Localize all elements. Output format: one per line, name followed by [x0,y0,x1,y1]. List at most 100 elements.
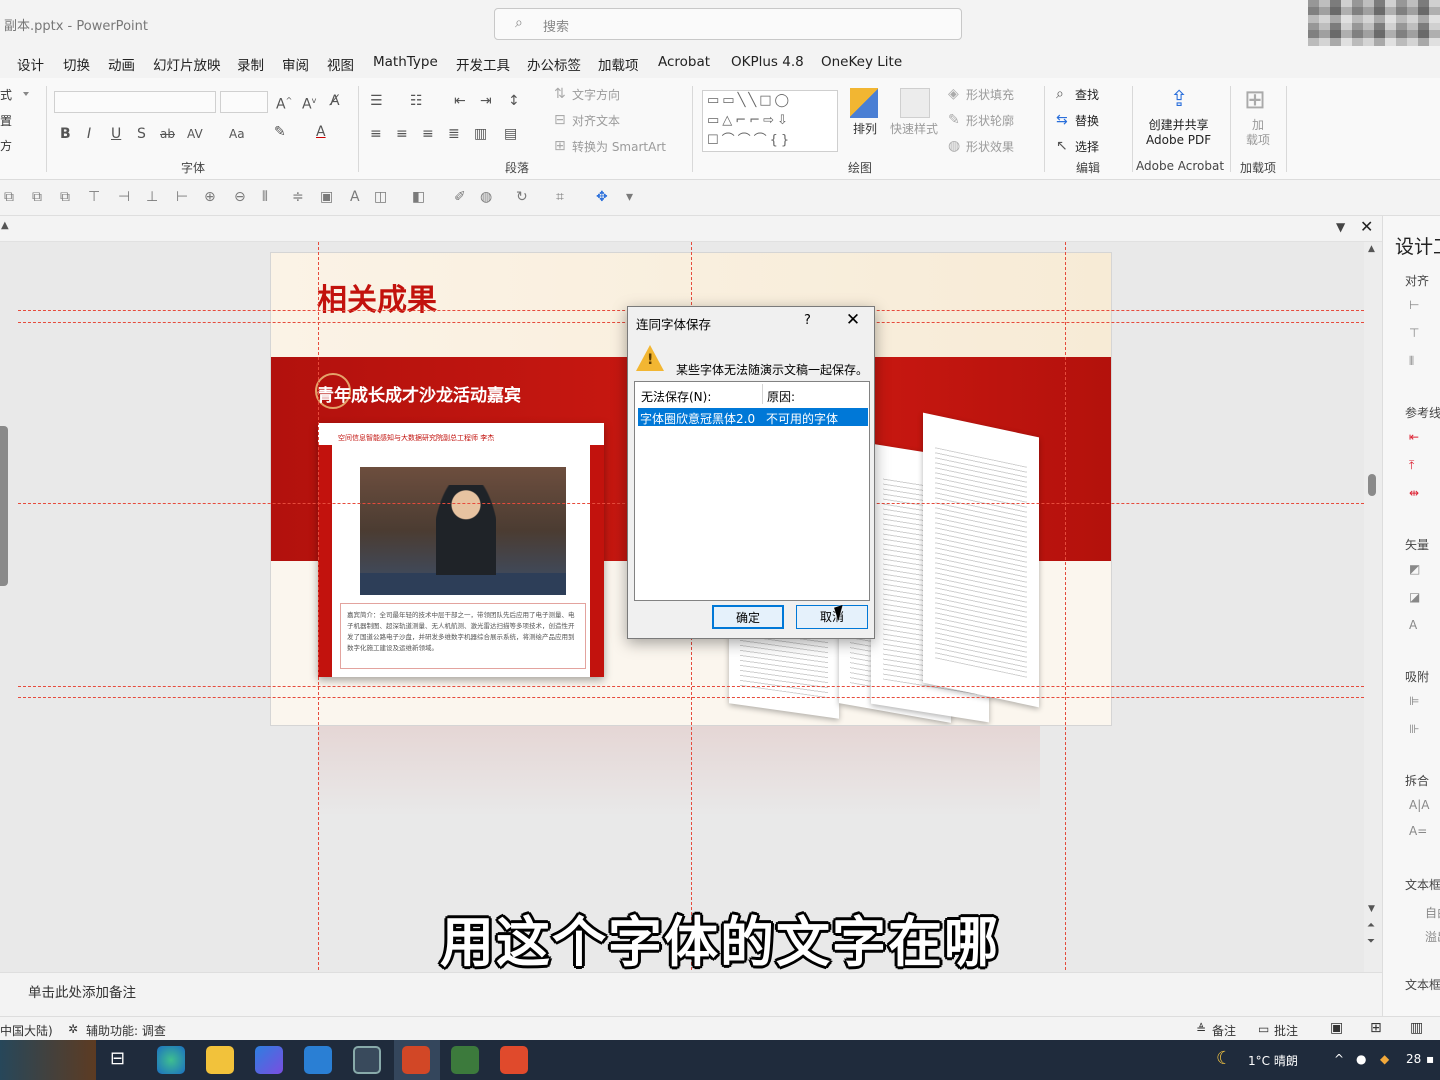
create-share-pdf-button[interactable]: 创建并共享 Adobe PDF [1146,118,1211,148]
clear-format-icon[interactable]: A̸ [330,93,340,109]
next-slide-icon[interactable]: ⏷ [1367,936,1375,947]
tab-transitions[interactable]: 切换 [63,54,90,74]
bullets-icon[interactable]: ☰ [370,93,383,109]
file-explorer-icon[interactable] [206,1046,234,1074]
crop-icon[interactable]: ⌗ [556,189,564,205]
language-status[interactable]: 中国大陆) [0,1022,53,1039]
reading-view-icon[interactable]: ▥ [1410,1020,1423,1036]
align-middle-icon[interactable]: ⊕ [204,189,216,205]
start-widget[interactable] [0,1040,96,1080]
comments-toggle[interactable]: 批注 [1274,1022,1298,1039]
scroll-down-icon[interactable]: ▼ [1368,904,1375,914]
align-left-icon[interactable]: ⊢ [176,189,188,205]
text-direction-button[interactable]: 文字方向 [572,86,620,103]
account-avatar[interactable] [1308,0,1440,46]
move-icon[interactable]: ✥ [596,189,608,205]
tab-slideshow[interactable]: 幻灯片放映 [153,54,221,74]
numbering-icon[interactable]: ☷ [410,93,423,109]
column-divider[interactable] [762,384,763,404]
fonts-list[interactable]: 无法保存(N): 原因: 字体圈欣意冠黑体2.0 不可用的字体 [634,381,870,601]
section-title[interactable]: 青年成长成才沙龙活动嘉宾 [317,381,521,406]
columns-icon[interactable]: ▤ [504,126,517,142]
ok-button[interactable]: 确定 [712,605,784,629]
align-bottom-icon[interactable]: ⊥ [146,189,158,205]
align-icon[interactable]: ⊢ [1409,298,1419,312]
guest-card[interactable]: 空间信息智能感知与大数据研究院副总工程师 李杰 嘉宾简介：全司最年轻的技术中层干… [318,423,604,677]
tab-acrobat[interactable]: Acrobat [658,54,710,70]
ribbon-left-item[interactable]: 方 [0,137,12,154]
microphone-icon[interactable]: ● [1356,1052,1366,1066]
align-center-icon[interactable]: ⊖ [234,189,246,205]
vertical-scrollbar-thumb[interactable] [1368,474,1376,496]
find-button[interactable]: 查找 [1075,86,1099,103]
pane-option[interactable]: 自由 [1425,904,1440,921]
select-button[interactable]: 选择 [1075,138,1099,155]
shape-outline-button[interactable]: 形状轮廓 [966,112,1014,129]
pane-dropdown-icon[interactable]: ▼ [1336,220,1345,234]
pane-close-icon[interactable]: ✕ [1360,217,1373,236]
shapes-gallery[interactable]: ▭▭╲╲□◯ ▭△⌐⌐⇨⇩ ☐⌒⌒⌒{} [702,90,838,152]
accessibility-status[interactable]: 辅助功能: 调查 [86,1022,166,1039]
notes-pane[interactable] [0,972,1382,1016]
align-right-icon[interactable]: ≡ [422,126,434,142]
normal-view-icon[interactable]: ▣ [1330,1020,1343,1036]
align-icon[interactable]: ⫴ [1409,354,1414,369]
app-icon[interactable] [353,1046,381,1074]
guide-line[interactable] [318,242,319,970]
decrease-font-icon[interactable]: Av [302,93,316,113]
align-left-icon[interactable]: ≡ [370,126,382,142]
split-icon[interactable]: A|A [1409,798,1429,812]
prev-slide-icon[interactable]: ⏶ [1367,920,1375,931]
snap-icon[interactable]: ⊪ [1409,722,1419,736]
guide-icon[interactable]: ⤒ [1409,458,1414,473]
tray-chevron-icon[interactable]: ^ [1334,1052,1344,1066]
clover-app-icon[interactable] [451,1046,479,1074]
font-color-icon[interactable]: A [316,124,326,140]
fill-icon[interactable]: ◍ [480,189,492,205]
vector-icon[interactable]: A [1409,618,1417,632]
distribute-v-icon[interactable]: ≑ [292,189,304,205]
vertical-scrollbar[interactable]: ▲ ▼ ⏶ ⏷ [1364,242,1382,972]
increase-font-icon[interactable]: A^ [276,93,292,113]
scroll-up-icon[interactable]: ▲ [1368,244,1375,254]
shape-fill-button[interactable]: 形状填充 [966,86,1014,103]
app-c-icon[interactable] [500,1046,528,1074]
rotate-icon[interactable]: ↻ [516,189,528,205]
tab-okplus[interactable]: OKPlus 4.8 [731,54,804,70]
clock[interactable]: 28 [1406,1052,1421,1066]
highlight-icon[interactable]: ✎ [274,124,286,140]
notes-toggle[interactable]: 备注 [1212,1022,1236,1039]
tab-record[interactable]: 录制 [237,54,264,74]
font-size-combo[interactable] [220,91,268,113]
increase-indent-icon[interactable]: ⇥ [480,93,492,109]
powerpoint-icon[interactable] [402,1046,430,1074]
cancel-button[interactable]: 取消 [796,605,868,629]
toolbar-icon[interactable]: ⧉ [4,189,14,205]
scroll-up-icon[interactable]: ▲ [1,220,9,231]
tab-mathtype[interactable]: MathType [373,54,438,70]
dialog-help-button[interactable]: ? [804,313,811,328]
task-view-icon[interactable]: ⊟ [110,1048,125,1069]
tab-addins[interactable]: 加载项 [598,54,639,74]
font-name-combo[interactable] [54,91,216,113]
strikethrough-icon[interactable]: ab [160,126,175,142]
tab-review[interactable]: 审阅 [282,54,309,74]
list-item[interactable]: 字体圈欣意冠黑体2.0 不可用的字体 [638,408,868,426]
line-spacing-icon[interactable]: ↕ [508,93,520,109]
store-icon[interactable] [255,1046,283,1074]
justify-icon[interactable]: ≣ [448,126,460,142]
convert-smartart-button[interactable]: 转换为 SmartArt [572,138,666,155]
image-icon[interactable]: ▣ [320,189,333,205]
quick-styles-button[interactable]: 快速样式 [890,120,938,137]
left-scrollbar-thumb[interactable] [0,426,8,586]
tab-office-tabs[interactable]: 办公标签 [527,54,581,74]
sorter-view-icon[interactable]: ⊞ [1370,1020,1382,1036]
tab-design[interactable]: 设计 [17,54,44,74]
align-center-icon[interactable]: ≡ [396,126,408,142]
toolbar-icon[interactable]: ⧉ [32,189,42,205]
shield-icon[interactable]: ◆ [1380,1052,1389,1066]
replace-button[interactable]: 替换 [1075,112,1099,129]
shape-icon[interactable]: ◧ [412,189,425,205]
vector-icon[interactable]: ◩ [1409,562,1420,576]
align-icon[interactable]: ⊤ [1409,326,1419,340]
